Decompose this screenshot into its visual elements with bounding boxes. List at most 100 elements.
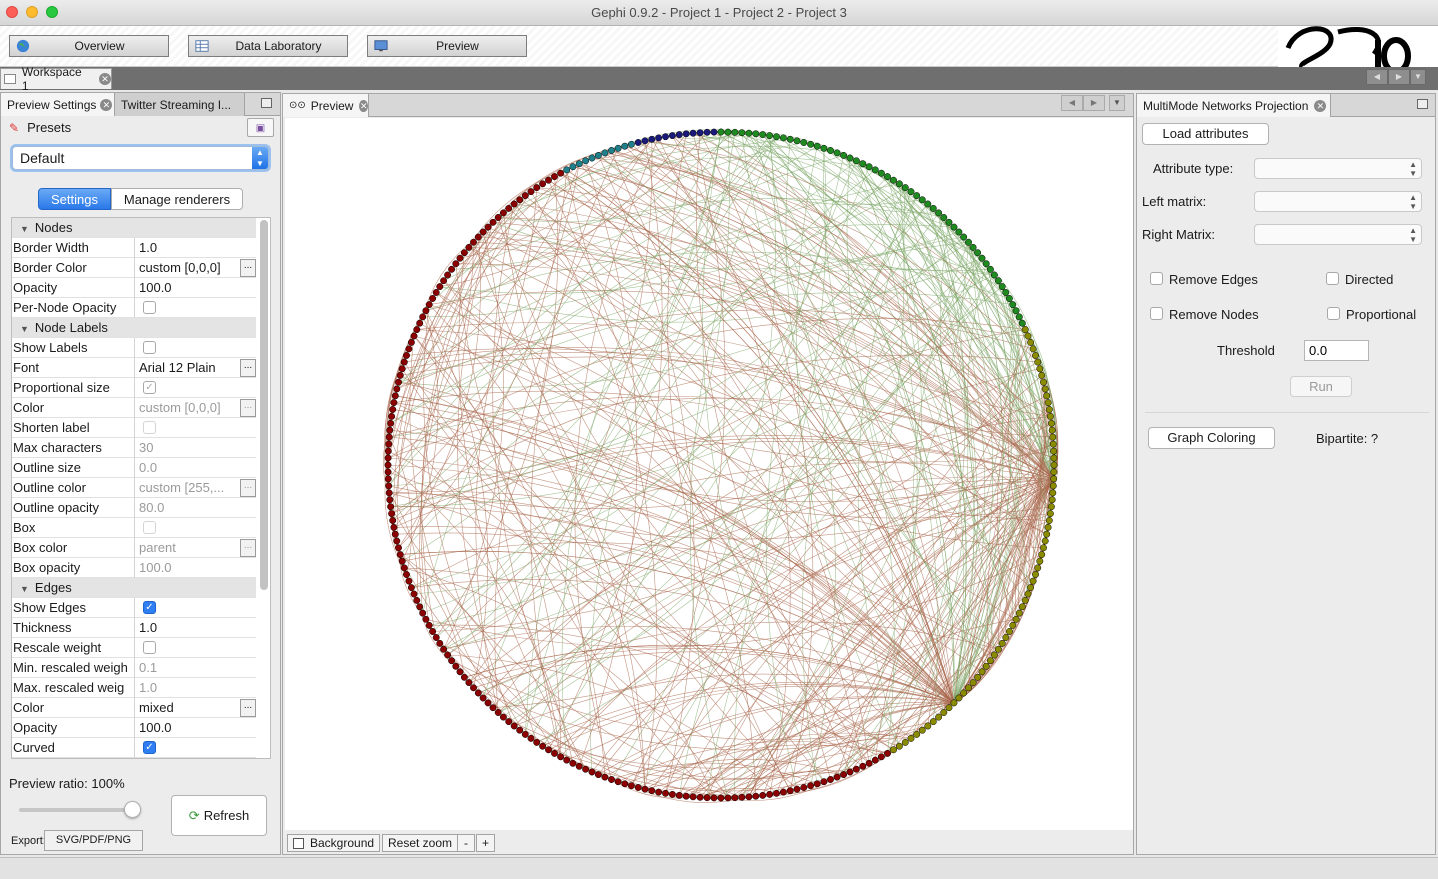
load-attributes-button[interactable]: Load attributes [1142, 123, 1269, 145]
property-value[interactable]: 0.0 [134, 458, 256, 478]
ellipsis-button[interactable]: ... [240, 699, 256, 717]
remove-edges-checkbox[interactable] [1150, 272, 1163, 285]
property-checkbox[interactable]: ✓ [143, 741, 156, 754]
property-category[interactable]: ▼ Edges [12, 578, 256, 598]
property-checkbox[interactable] [143, 421, 156, 434]
menu-down-icon[interactable]: ▼ [1109, 95, 1125, 111]
property-sheet-scrollbar[interactable] [260, 220, 268, 590]
manage-renderers-segment[interactable]: Manage renderers [111, 188, 243, 210]
graph-node [773, 789, 780, 797]
tab-twitter-streaming[interactable]: Twitter Streaming I... [115, 93, 245, 116]
property-value[interactable]: 1.0 [134, 678, 256, 698]
ellipsis-button[interactable]: ... [240, 359, 256, 377]
remove-nodes-checkbox[interactable] [1150, 307, 1163, 320]
graph-node [1049, 489, 1057, 497]
preview-ratio-slider[interactable] [19, 801, 141, 818]
attribute-type-select[interactable]: ▲ ▼ [1254, 158, 1422, 179]
graph-node [689, 129, 697, 137]
close-workspace-icon[interactable]: ✕ [99, 73, 111, 85]
save-preset-button[interactable]: ▣ [247, 118, 274, 137]
property-value[interactable]: custom [0,0,0]... [134, 398, 256, 418]
background-checkbox[interactable] [293, 837, 304, 849]
property-value[interactable]: mixed... [134, 698, 256, 718]
scroll-right-icon[interactable]: ▶ [1388, 69, 1410, 85]
property-category[interactable]: ▼ Node Labels [12, 318, 256, 338]
table-icon [195, 40, 209, 52]
settings-segment[interactable]: Settings [38, 188, 111, 210]
export-button[interactable]: SVG/PDF/PNG [44, 830, 143, 851]
property-value[interactable]: 0.1 [134, 658, 256, 678]
property-value[interactable]: 100.0 [134, 558, 256, 578]
reset-zoom-button[interactable]: Reset zoom [382, 834, 459, 852]
property-value[interactable] [134, 418, 256, 438]
preview-mode-button[interactable]: Preview [367, 35, 527, 57]
tab-preview-settings[interactable]: Preview Settings ✕ [1, 93, 115, 116]
proportional-checkbox[interactable] [1327, 307, 1340, 320]
scroll-right-icon[interactable]: ▶ [1083, 95, 1105, 111]
scroll-left-icon[interactable]: ◀ [1061, 95, 1083, 111]
menu-down-icon[interactable]: ▼ [1410, 69, 1426, 85]
graph-coloring-button[interactable]: Graph Coloring [1148, 427, 1275, 449]
property-value[interactable]: parent... [134, 538, 256, 558]
run-button[interactable]: Run [1290, 376, 1352, 397]
property-value[interactable] [134, 338, 256, 358]
ellipsis-button[interactable]: ... [240, 259, 256, 277]
ellipsis-button[interactable]: ... [240, 539, 256, 557]
data-laboratory-button[interactable]: Data Laboratory [188, 35, 348, 57]
zoom-out-button[interactable]: - [457, 834, 475, 852]
close-tab-icon[interactable]: ✕ [100, 98, 113, 111]
close-tab-icon[interactable]: ✕ [1314, 99, 1327, 112]
slider-knob[interactable] [124, 801, 141, 818]
tab-preview[interactable]: ⊙⊙ Preview ✕ [283, 94, 369, 117]
property-value[interactable]: Arial 12 Plain... [134, 358, 256, 378]
workspace-tab[interactable]: Workspace 1 ✕ [0, 65, 112, 93]
property-value[interactable] [134, 638, 256, 658]
property-checkbox[interactable]: ✓ [143, 381, 156, 394]
property-category[interactable]: ▼ Nodes [12, 218, 256, 238]
property-value[interactable] [134, 298, 256, 318]
property-value[interactable]: 30 [134, 438, 256, 458]
property-value[interactable]: custom [0,0,0]... [134, 258, 256, 278]
graph-node [621, 780, 629, 788]
refresh-button[interactable]: ⟳ Refresh [171, 795, 267, 836]
property-checkbox[interactable] [143, 641, 156, 654]
threshold-input[interactable] [1304, 340, 1369, 361]
minimize-panel-icon[interactable] [261, 98, 272, 108]
overview-button[interactable]: Overview [9, 35, 169, 57]
collapse-triangle-icon[interactable]: ▼ [20, 224, 29, 234]
left-matrix-select[interactable]: ▲ ▼ [1254, 191, 1422, 212]
ellipsis-button[interactable]: ... [240, 399, 256, 417]
tab-multimode-projection[interactable]: MultiMode Networks Projection ✕ [1137, 94, 1331, 117]
directed-checkbox[interactable] [1326, 272, 1339, 285]
graph-node [1036, 365, 1044, 373]
zoom-in-button[interactable]: + [476, 834, 495, 852]
graph-preview-canvas[interactable] [285, 118, 1133, 830]
graph-node [575, 762, 583, 770]
background-toggle[interactable]: Background [287, 834, 381, 852]
graph-node [387, 503, 395, 511]
close-preview-tab-icon[interactable]: ✕ [359, 99, 368, 112]
minimize-panel-icon[interactable] [1417, 99, 1428, 109]
property-checkbox[interactable] [143, 521, 156, 534]
graph-node [432, 289, 440, 296]
property-checkbox[interactable]: ✓ [143, 601, 156, 614]
property-value[interactable]: ✓ [134, 378, 256, 398]
scroll-left-icon[interactable]: ◀ [1366, 69, 1388, 85]
property-value[interactable]: ✓ [134, 738, 256, 758]
property-value[interactable] [134, 518, 256, 538]
ellipsis-button[interactable]: ... [240, 479, 256, 497]
collapse-triangle-icon[interactable]: ▼ [20, 584, 29, 594]
property-value[interactable]: custom [255,...... [134, 478, 256, 498]
preset-select[interactable]: Default ▲ ▼ [12, 146, 269, 170]
graph-node [429, 628, 437, 635]
property-value[interactable]: ✓ [134, 598, 256, 618]
right-matrix-select[interactable]: ▲ ▼ [1254, 224, 1422, 245]
collapse-triangle-icon[interactable]: ▼ [20, 324, 29, 334]
property-value[interactable]: 100.0 [134, 278, 256, 298]
property-value[interactable]: 100.0 [134, 718, 256, 738]
property-value[interactable]: 1.0 [134, 618, 256, 638]
property-value[interactable]: 1.0 [134, 238, 256, 258]
property-value[interactable]: 80.0 [134, 498, 256, 518]
property-checkbox[interactable] [143, 301, 156, 314]
property-checkbox[interactable] [143, 341, 156, 354]
